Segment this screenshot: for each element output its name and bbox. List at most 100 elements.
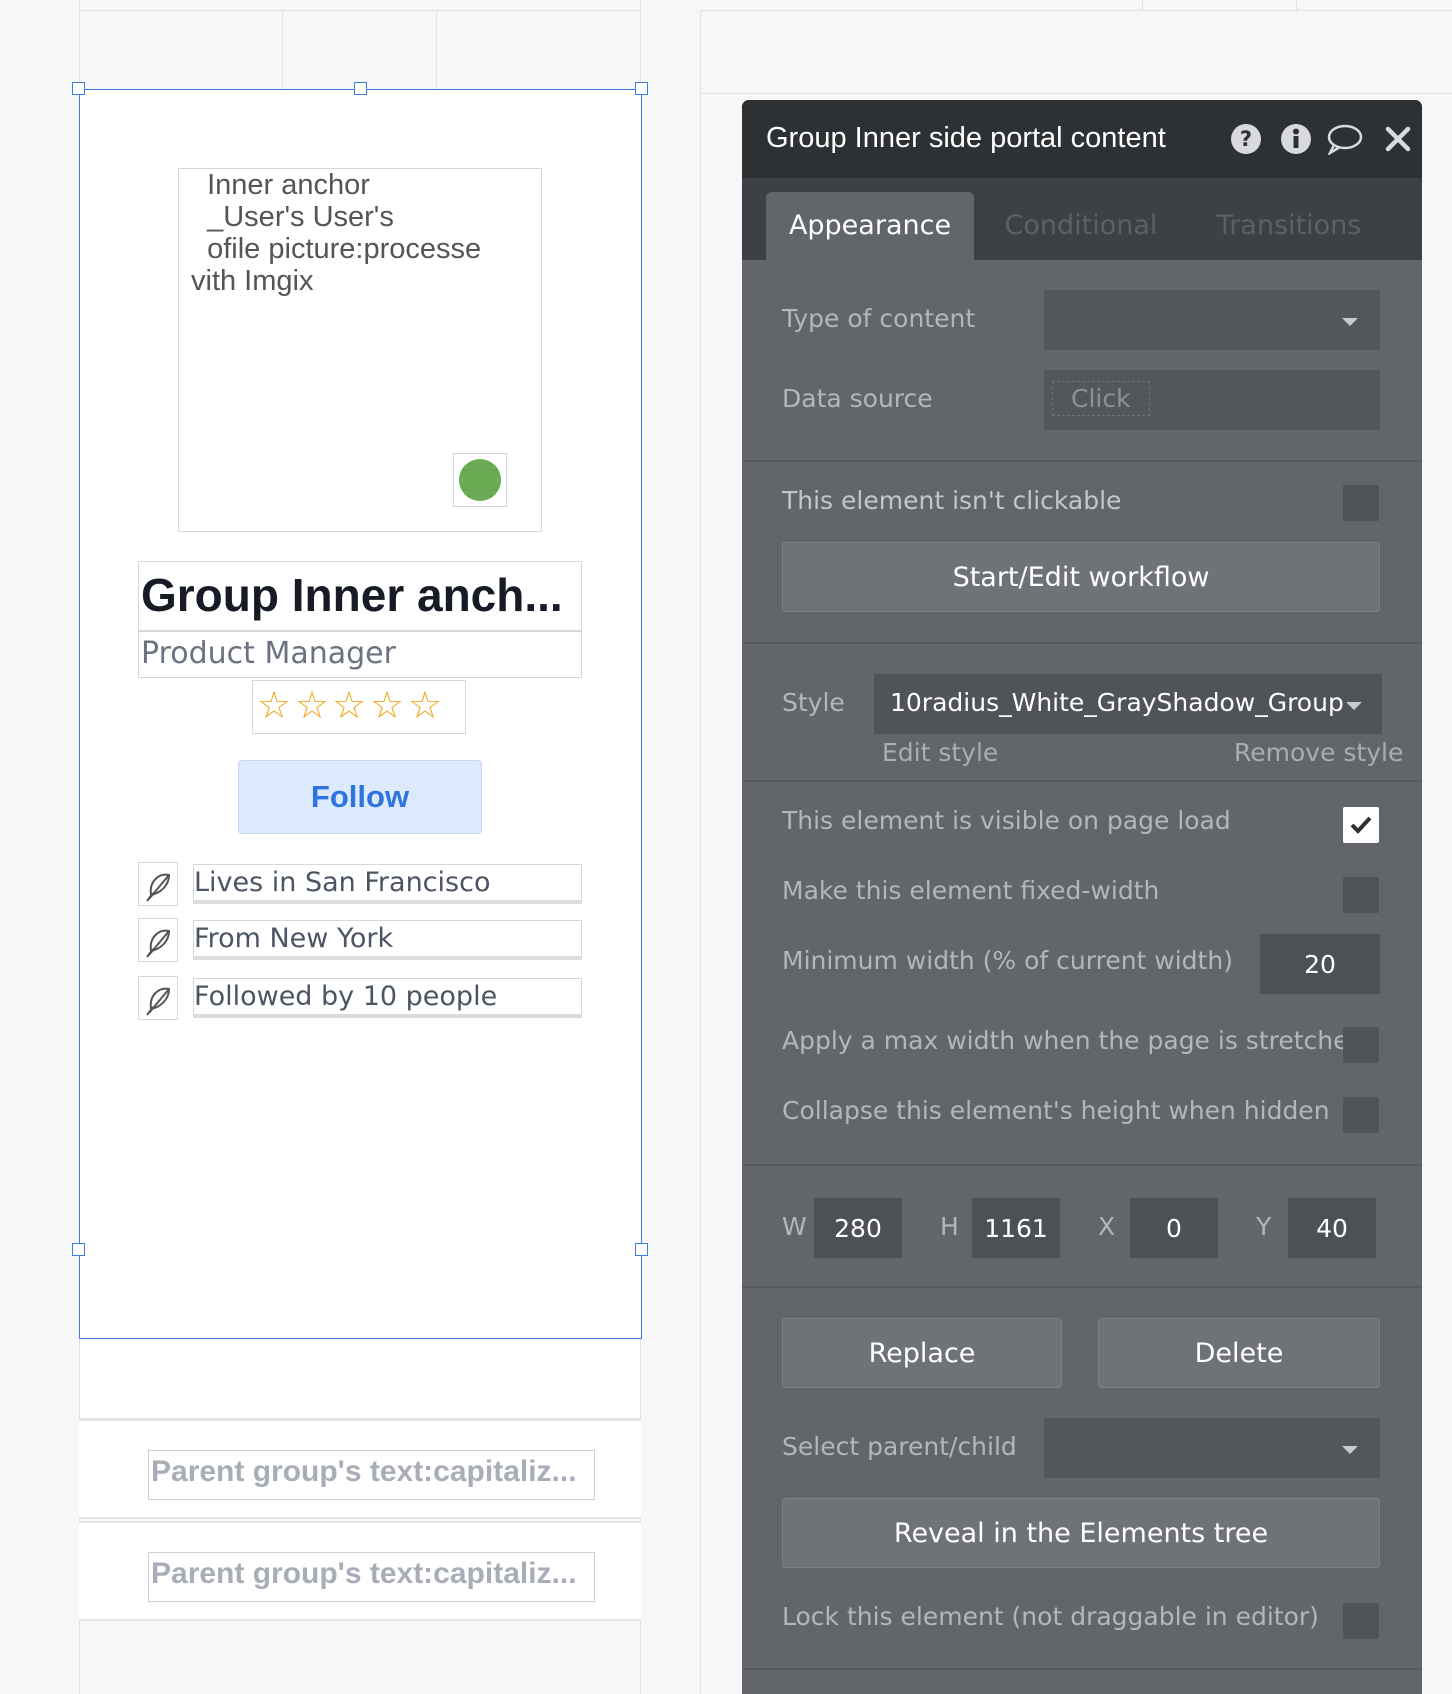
lock-element-label: Lock this element (not draggable in edit… [782, 1602, 1319, 1631]
star-icon[interactable]: ☆ [370, 683, 404, 727]
section-divider [742, 642, 1422, 644]
start-edit-workflow-button[interactable]: Start/Edit workflow [782, 542, 1380, 612]
height-input[interactable]: 1161 [972, 1198, 1060, 1258]
x-label: X [1098, 1212, 1116, 1241]
star-icon[interactable]: ☆ [332, 683, 366, 727]
parent-text-box[interactable]: Parent group's text:capitaliz... [148, 1450, 595, 1500]
parent-text-row[interactable]: Parent group's text:capitaliz... [79, 1521, 641, 1621]
parent-text: Parent group's text:capitaliz... [151, 1455, 577, 1488]
tab-transitions[interactable]: Transitions [1186, 192, 1392, 260]
canvas-grid-line [700, 93, 1452, 94]
style-label: Style [782, 688, 845, 717]
portal-lower-area [79, 1339, 641, 1419]
info-label: Followed by 10 people [194, 981, 498, 1012]
style-dropdown[interactable]: 10radius_White_GrayShadow_Group [874, 674, 1382, 734]
parent-text-box[interactable]: Parent group's text:capitaliz... [148, 1552, 595, 1602]
chevron-down-icon [1342, 1446, 1358, 1454]
section-divider [742, 460, 1422, 462]
x-input[interactable]: 0 [1130, 1198, 1218, 1258]
profile-name[interactable]: Group Inner anch... [138, 561, 582, 631]
section-divider [742, 1286, 1422, 1288]
type-of-content-label: Type of content [782, 304, 976, 333]
rating-stars[interactable]: ☆ ☆ ☆ ☆ ☆ [252, 680, 466, 734]
profile-picture[interactable]: Inner anchor _User's User's ofile pictur… [178, 168, 542, 532]
visible-on-load-label: This element is visible on page load [782, 806, 1231, 835]
help-icon[interactable]: ? [1230, 123, 1262, 155]
info-label: Lives in San Francisco [194, 867, 491, 898]
min-width-input[interactable]: 20 [1260, 934, 1380, 994]
info-label: From New York [194, 923, 394, 954]
tab-conditional[interactable]: Conditional [978, 192, 1184, 260]
resize-handle-bottom-right[interactable] [635, 1243, 648, 1256]
follow-button[interactable]: Follow [238, 760, 482, 834]
collapse-hidden-checkbox[interactable] [1343, 1097, 1379, 1133]
panel-tabs: Appearance Conditional Transitions [742, 178, 1422, 260]
star-icon[interactable]: ☆ [257, 683, 291, 727]
star-icon[interactable]: ☆ [295, 683, 329, 727]
fixed-width-checkbox[interactable] [1343, 877, 1379, 913]
type-of-content-dropdown[interactable] [1044, 290, 1380, 350]
tab-appearance[interactable]: Appearance [766, 192, 974, 260]
resize-handle-top-left[interactable] [72, 82, 85, 95]
width-input[interactable]: 280 [814, 1198, 902, 1258]
select-parent-child-dropdown[interactable] [1044, 1418, 1380, 1478]
panel-title: Group Inner side portal content [766, 122, 1166, 154]
profile-role[interactable]: Product Manager [138, 631, 582, 678]
info-row: From New York [138, 918, 582, 962]
style-value: 10radius_White_GrayShadow_Group [890, 688, 1344, 717]
header-placeholder [79, 10, 641, 89]
min-width-label: Minimum width (% of current width) [782, 946, 1233, 975]
canvas-grid-line [1142, 0, 1143, 10]
panel-header[interactable]: Group Inner side portal content ? [742, 100, 1422, 178]
canvas-grid-line [1296, 0, 1297, 10]
collapse-hidden-label: Collapse this element's height when hidd… [782, 1096, 1330, 1125]
not-clickable-checkbox[interactable] [1343, 485, 1379, 521]
feather-icon [138, 976, 178, 1020]
info-row: Followed by 10 people [138, 976, 582, 1020]
close-icon[interactable] [1382, 123, 1414, 155]
remove-style-link[interactable]: Remove style [1234, 738, 1403, 767]
info-label-box[interactable]: From New York [193, 920, 582, 960]
height-label: H [940, 1212, 959, 1241]
section-divider [742, 780, 1422, 782]
data-source-field[interactable]: Click [1044, 370, 1380, 430]
parent-text: Parent group's text:capitaliz... [151, 1557, 577, 1590]
lock-element-checkbox[interactable] [1343, 1603, 1379, 1639]
y-input[interactable]: 40 [1288, 1198, 1376, 1258]
property-editor-panel: Group Inner side portal content ? Appear… [742, 100, 1422, 1694]
status-dot-icon [459, 459, 501, 501]
chevron-down-icon [1346, 702, 1362, 710]
info-icon[interactable] [1280, 123, 1312, 155]
resize-handle-top-right[interactable] [635, 82, 648, 95]
data-source-click[interactable]: Click [1052, 381, 1150, 416]
online-status[interactable] [453, 453, 507, 507]
info-label-box[interactable]: Lives in San Francisco [193, 864, 582, 904]
max-width-checkbox[interactable] [1343, 1027, 1379, 1063]
parent-text-row[interactable]: Parent group's text:capitaliz... [79, 1419, 641, 1519]
not-clickable-label: This element isn't clickable [782, 486, 1122, 515]
info-label-box[interactable]: Followed by 10 people [193, 978, 582, 1018]
profile-name-text: Group Inner anch... [141, 569, 563, 621]
svg-text:?: ? [1240, 127, 1252, 151]
data-source-label: Data source [782, 384, 933, 413]
section-divider [742, 1164, 1422, 1166]
visible-on-load-checkbox[interactable] [1343, 807, 1379, 843]
section-divider [742, 1668, 1422, 1670]
feather-icon [138, 918, 178, 962]
y-label: Y [1256, 1212, 1272, 1241]
reveal-in-elements-tree-button[interactable]: Reveal in the Elements tree [782, 1498, 1380, 1568]
fixed-width-label: Make this element fixed-width [782, 876, 1160, 905]
comment-icon[interactable] [1326, 123, 1364, 157]
star-icon[interactable]: ☆ [408, 683, 442, 727]
replace-button[interactable]: Replace [782, 1318, 1062, 1388]
feather-icon [138, 862, 178, 906]
delete-button[interactable]: Delete [1098, 1318, 1380, 1388]
edit-style-link[interactable]: Edit style [882, 738, 998, 767]
resize-handle-bottom-left[interactable] [72, 1243, 85, 1256]
chevron-down-icon [1342, 318, 1358, 326]
resize-handle-top-middle[interactable] [354, 82, 367, 95]
select-parent-child-label: Select parent/child [782, 1432, 1017, 1461]
width-label: W [782, 1212, 807, 1241]
checkmark-icon [1350, 816, 1372, 834]
picture-placeholder-text: Inner anchor _User's User's ofile pictur… [191, 169, 482, 297]
